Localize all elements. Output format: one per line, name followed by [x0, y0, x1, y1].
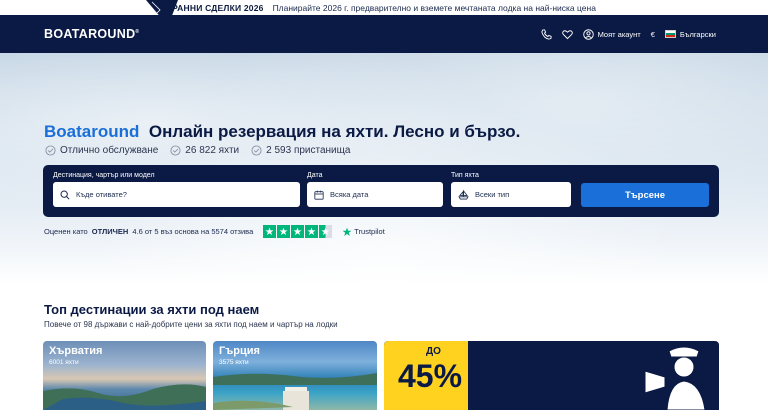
search-button[interactable]: Търсене	[581, 183, 709, 207]
promo-banner[interactable]: РАННИ СДЕЛКИ 2026 Планирайте 2026 г. пре…	[0, 0, 768, 26]
hero-features: Отлично обслужване 26 822 яхти 2 593 при…	[45, 145, 350, 156]
hero-brand: Boataround	[44, 122, 140, 141]
calendar-icon	[314, 190, 324, 200]
discount-promo-card[interactable]: ДО 45%	[384, 341, 719, 410]
boat-type-field: Тип яхта Всеки тип	[451, 172, 571, 207]
harbour-image	[213, 373, 377, 410]
captain-illustration	[644, 346, 706, 410]
destination-input[interactable]: Къде отивате?	[53, 182, 300, 207]
hero-section: Boataround Онлайн резервация на яхти. Ле…	[0, 53, 768, 285]
destination-card-croatia[interactable]: Хърватия 6001 яхти	[43, 341, 206, 410]
trustpilot-rating: Оценен като ОТЛИЧЕН 4.6 от 5 въз основа …	[44, 225, 385, 238]
rating-word: ОТЛИЧЕН	[91, 227, 129, 236]
destination-name: Гърция	[219, 345, 260, 357]
promo-title: РАННИ СДЕЛКИ 2026	[172, 2, 264, 13]
destination-count: 3575 яхти	[219, 359, 249, 366]
destination-name: Хърватия	[49, 345, 103, 357]
search-form: Дестинация, чартър или модел Къде отиват…	[43, 165, 719, 217]
promo-text: Планирайте 2026 г. предварително и вземе…	[272, 2, 596, 13]
date-input[interactable]: Всяка дата	[307, 182, 443, 207]
account-button[interactable]: Моят акаунт	[582, 28, 641, 40]
account-label: Моят акаунт	[597, 29, 641, 39]
destinations-title: Топ дестинации за яхти под наем	[44, 302, 260, 317]
coast-image	[43, 384, 206, 410]
rating-star-icon	[263, 225, 277, 238]
boat-type-label: Тип яхта	[451, 172, 479, 179]
destination-card-greece[interactable]: Гърция 3575 яхти	[213, 341, 377, 410]
trustpilot-star-icon	[342, 227, 352, 236]
language-label: Български	[679, 29, 716, 39]
check-circle-icon	[45, 145, 56, 156]
currency-selector[interactable]: €	[651, 30, 655, 39]
rating-summary: 4.6 от 5 въз основа на 5574 отзива	[132, 227, 254, 236]
boat-icon	[458, 189, 469, 199]
promo-discount: 45%	[398, 358, 463, 394]
phone-icon[interactable]	[541, 28, 552, 40]
feature-item: 26 822 яхти	[170, 145, 239, 156]
date-label: Дата	[307, 172, 323, 179]
feature-item: 2 593 пристанища	[251, 145, 350, 156]
search-icon	[60, 190, 70, 200]
user-icon	[582, 28, 594, 40]
feature-item: Отлично обслужване	[45, 145, 158, 156]
rating-star-icon	[305, 225, 319, 238]
check-circle-icon	[251, 145, 262, 156]
check-circle-icon	[170, 145, 181, 156]
destination-field: Дестинация, чартър или модел Къде отиват…	[53, 172, 300, 207]
destination-count: 6001 яхти	[49, 359, 79, 366]
trustpilot-logo[interactable]: Trustpilot	[342, 227, 385, 237]
rating-stars	[263, 225, 333, 238]
rating-star-icon	[291, 225, 305, 238]
bulgaria-flag-icon	[664, 30, 676, 38]
rating-prefix: Оценен като	[44, 227, 88, 236]
header-actions: Моят акаунт € Български	[541, 15, 716, 53]
language-selector[interactable]: Български	[664, 29, 716, 39]
date-field: Дата Всяка дата	[307, 172, 443, 207]
heart-icon[interactable]	[561, 29, 573, 40]
rating-star-icon	[319, 225, 333, 238]
boat-type-input[interactable]: Всеки тип	[451, 182, 571, 207]
destinations-subtitle: Повече от 98 държави с най-добрите цени …	[44, 320, 338, 329]
rating-star-icon	[277, 225, 291, 238]
promo-prefix: ДО	[426, 346, 441, 357]
site-logo[interactable]: BOATAROUND®	[44, 27, 139, 41]
site-header: BOATAROUND® Моят акаунт € Български	[0, 15, 768, 53]
destination-label: Дестинация, чартър или модел	[53, 172, 155, 179]
hero-headline: Boataround Онлайн резервация на яхти. Ле…	[44, 122, 521, 141]
